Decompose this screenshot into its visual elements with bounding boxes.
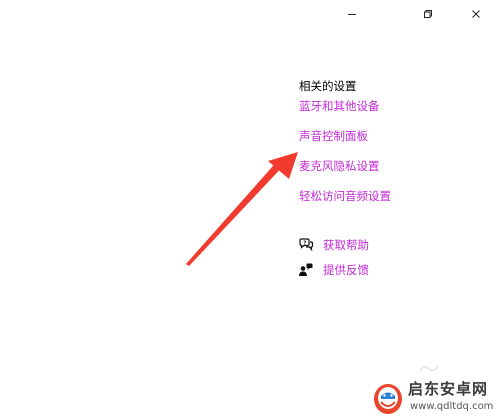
get-help-label: 获取帮助 (323, 238, 369, 252)
link-bluetooth-devices[interactable]: 蓝牙和其他设备 (299, 98, 380, 114)
title-bar (320, 0, 500, 28)
restore-button[interactable] (408, 0, 448, 28)
watermark-site-url: www.qdltdq.com (410, 401, 494, 412)
link-ease-of-access-audio[interactable]: 轻松访问音频设置 (299, 188, 391, 204)
feedback-label: 提供反馈 (323, 263, 369, 277)
close-button[interactable] (456, 0, 496, 28)
link-sound-control-panel[interactable]: 声音控制面板 (299, 128, 368, 144)
restore-icon (424, 10, 432, 18)
red-arrow-annotation (186, 152, 298, 266)
get-help-link[interactable]: ? 获取帮助 (298, 236, 369, 254)
faint-watermark-mark (419, 365, 439, 372)
feedback-person-icon (298, 262, 314, 278)
close-icon (472, 10, 480, 18)
minimize-icon (348, 14, 356, 15)
watermark-site-name: 启东安卓网 (408, 380, 489, 398)
svg-text:?: ? (303, 240, 306, 246)
related-settings-title: 相关的设置 (299, 79, 357, 93)
settings-window: 相关的设置 蓝牙和其他设备 声音控制面板 麦克风隐私设置 轻松访问音频设置 ? … (0, 0, 500, 420)
related-settings-section: 相关的设置 蓝牙和其他设备 声音控制面板 麦克风隐私设置 轻松访问音频设置 (299, 78, 499, 203)
watermark-logo-icon (374, 384, 402, 414)
feedback-link[interactable]: 提供反馈 (298, 261, 369, 279)
link-microphone-privacy[interactable]: 麦克风隐私设置 (299, 158, 380, 174)
chat-help-icon: ? (298, 237, 314, 253)
site-watermark: 启东安卓网 www.qdltdq.com (370, 378, 498, 418)
minimize-button[interactable] (332, 0, 372, 28)
